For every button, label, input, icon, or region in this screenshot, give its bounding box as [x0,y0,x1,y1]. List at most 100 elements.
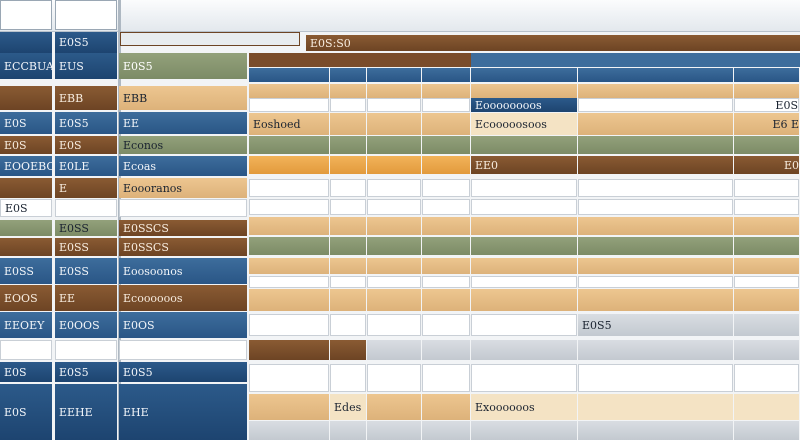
grid-cell[interactable] [578,113,733,135]
grid-cell[interactable] [471,68,577,82]
left-row-cell-c[interactable] [119,340,247,360]
grid-cell[interactable] [471,340,577,360]
grid-cell[interactable] [330,136,366,154]
grid-cell[interactable] [578,364,733,392]
grid-cell[interactable] [330,340,366,360]
grid-cell[interactable] [734,314,799,336]
left-row-cell-a[interactable] [0,220,52,236]
grid-cell[interactable]: E0S [734,98,799,112]
grid-cell[interactable] [330,217,366,235]
grid-cell[interactable] [330,98,366,112]
grid-cell[interactable] [578,340,733,360]
left-row-cell-c[interactable]: E0S5 [119,362,247,382]
left-row-cell-a[interactable]: E0S [0,199,52,217]
grid-cell[interactable] [578,276,733,288]
header-tab[interactable]: E0S:S0 [306,35,800,51]
grid-cell[interactable] [471,199,577,215]
grid-cell[interactable] [422,258,470,274]
left-row-cell-c[interactable]: E0OS [119,312,247,338]
grid-cell[interactable] [734,258,799,274]
grid-cell[interactable] [249,340,329,360]
left-row-cell-c[interactable]: E0SSCS [119,220,247,236]
grid-cell[interactable] [734,421,799,440]
grid-cell[interactable] [734,394,799,420]
left-row-cell-a[interactable] [0,178,52,198]
grid-cell[interactable] [249,314,329,336]
grid-cell[interactable] [367,136,421,154]
grid-cell[interactable] [422,84,470,98]
left-row-cell-b[interactable]: E0SS [55,220,117,236]
grid-cell[interactable] [578,217,733,235]
grid-cell[interactable] [422,340,470,360]
top-left-box-2[interactable] [55,0,117,30]
grid-cell[interactable] [422,394,470,420]
left-row-cell-a[interactable]: E0SS [0,258,52,284]
grid-cell[interactable] [367,156,421,174]
grid-cell[interactable] [578,199,733,215]
left-row-cell-a[interactable] [0,86,52,110]
grid-cell[interactable] [249,364,329,392]
grid-cell[interactable] [471,289,577,311]
grid-cell[interactable] [422,136,470,154]
grid-cell[interactable] [330,84,366,98]
left-row-cell-a[interactable]: ECCBUAL [0,53,52,79]
grid-cell[interactable] [422,179,470,197]
grid-cell[interactable] [330,276,366,288]
grid-cell[interactable] [471,421,577,440]
grid-cell[interactable] [422,276,470,288]
grid-cell[interactable] [471,237,577,255]
grid-cell[interactable] [367,98,421,112]
grid-cell[interactable] [249,68,329,82]
grid-cell[interactable] [578,289,733,311]
grid-cell[interactable] [367,364,421,392]
grid-cell[interactable] [249,199,329,215]
grid-cell[interactable] [249,136,329,154]
grid-cell[interactable]: E0 [734,156,799,174]
grid-cell[interactable] [367,84,421,98]
left-row-cell-a[interactable]: EOOEBCBL [0,156,52,176]
grid-cell[interactable] [471,364,577,392]
grid-cell[interactable] [249,258,329,274]
grid-cell[interactable] [367,217,421,235]
grid-cell[interactable] [422,217,470,235]
grid-cell[interactable] [249,156,329,174]
left-row-cell-b[interactable]: E0OOS [55,312,117,338]
grid-cell[interactable] [422,113,470,135]
left-row-cell-c[interactable]: EE [119,112,247,134]
left-row-cell-b[interactable]: E0S5 [55,362,117,382]
grid-cell[interactable] [422,364,470,392]
left-row-cell-b[interactable]: E [55,178,117,198]
grid-cell[interactable] [578,179,733,197]
grid-cell[interactable] [367,421,421,440]
grid-cell[interactable] [367,289,421,311]
left-row-cell-c[interactable]: Ecoas [119,156,247,176]
grid-cell[interactable] [249,276,329,288]
grid-cell[interactable] [367,179,421,197]
grid-cell[interactable]: Edes [330,394,366,420]
grid-cell[interactable] [578,68,733,82]
grid-cell[interactable] [249,394,329,420]
left-row-cell-b[interactable]: E0LE [55,156,117,176]
grid-cell[interactable] [367,314,421,336]
grid-cell[interactable] [330,156,366,174]
left-row-cell-c[interactable]: Eoooranos [119,178,247,198]
left-row-cell-c[interactable]: E0SSCS [119,238,247,256]
left-row-cell-a[interactable]: EOOS [0,285,52,311]
left-row-cell-b[interactable] [55,340,117,360]
grid-cell[interactable] [471,84,577,98]
grid-cell[interactable] [330,258,366,274]
grid-cell[interactable]: Ecooooosoos [471,113,577,135]
grid-cell[interactable] [249,289,329,311]
grid-cell[interactable] [330,421,366,440]
grid-cell[interactable] [367,258,421,274]
grid-cell[interactable] [471,314,577,336]
grid-cell[interactable] [578,84,733,98]
left-row-cell-c[interactable]: Ecoooooos [119,285,247,311]
grid-cell[interactable] [330,364,366,392]
left-row-cell-b[interactable]: EE [55,285,117,311]
grid-cell[interactable] [734,364,799,392]
grid-cell[interactable] [734,179,799,197]
left-row-cell-c[interactable]: EHE [119,384,247,440]
left-row-cell-a[interactable] [0,340,52,360]
grid-cell[interactable] [367,276,421,288]
